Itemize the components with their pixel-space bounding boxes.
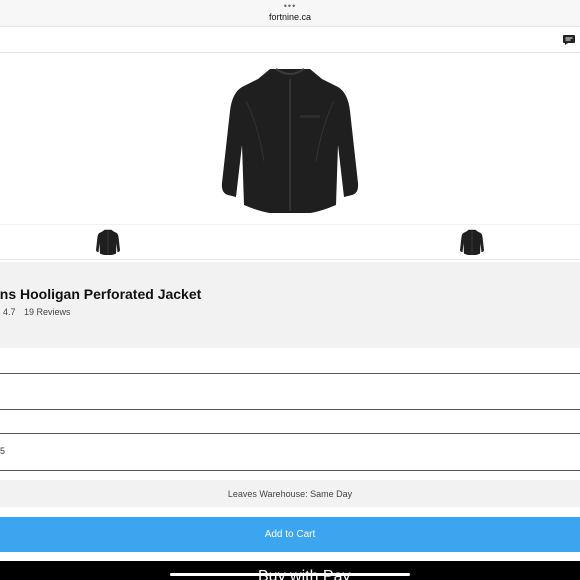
site-header [0, 27, 580, 53]
reviews-link[interactable]: 19 Reviews [24, 307, 71, 317]
browser-dots: ••• [283, 1, 297, 11]
thumbnail-strip [0, 224, 580, 260]
rating-summary[interactable]: 4.7 19 Reviews [3, 307, 71, 317]
quantity-value: 5 [0, 446, 6, 456]
option-field-2[interactable] [0, 374, 580, 410]
add-to-cart-button[interactable]: Add to Cart [0, 517, 580, 552]
home-indicator [170, 573, 410, 576]
shipping-status-text: Leaves Warehouse: Same Day [227, 489, 353, 499]
thumbnail-front[interactable] [95, 229, 121, 255]
product-info-panel: ens Hooligan Perforated Jacket 4.7 19 Re… [0, 262, 580, 348]
quantity-field[interactable]: 5 [0, 434, 580, 471]
shipping-status: Leaves Warehouse: Same Day [0, 480, 580, 507]
thumbnail-alt[interactable] [459, 229, 485, 255]
chat-icon[interactable] [563, 35, 575, 45]
browser-status-bar: ••• fortnine.ca [0, 0, 580, 27]
option-field-3[interactable] [0, 410, 580, 434]
product-title: ens Hooligan Perforated Jacket [0, 286, 202, 302]
option-field-1[interactable] [0, 355, 580, 374]
rating-value: 4.7 [3, 307, 16, 317]
product-image-area [0, 53, 580, 223]
jacket-icon[interactable] [218, 65, 362, 213]
browser-domain[interactable]: fortnine.ca [0, 12, 580, 22]
add-to-cart-label: Add to Cart [264, 529, 316, 540]
apple-pay-button[interactable]: Buy with Pay [0, 561, 580, 580]
